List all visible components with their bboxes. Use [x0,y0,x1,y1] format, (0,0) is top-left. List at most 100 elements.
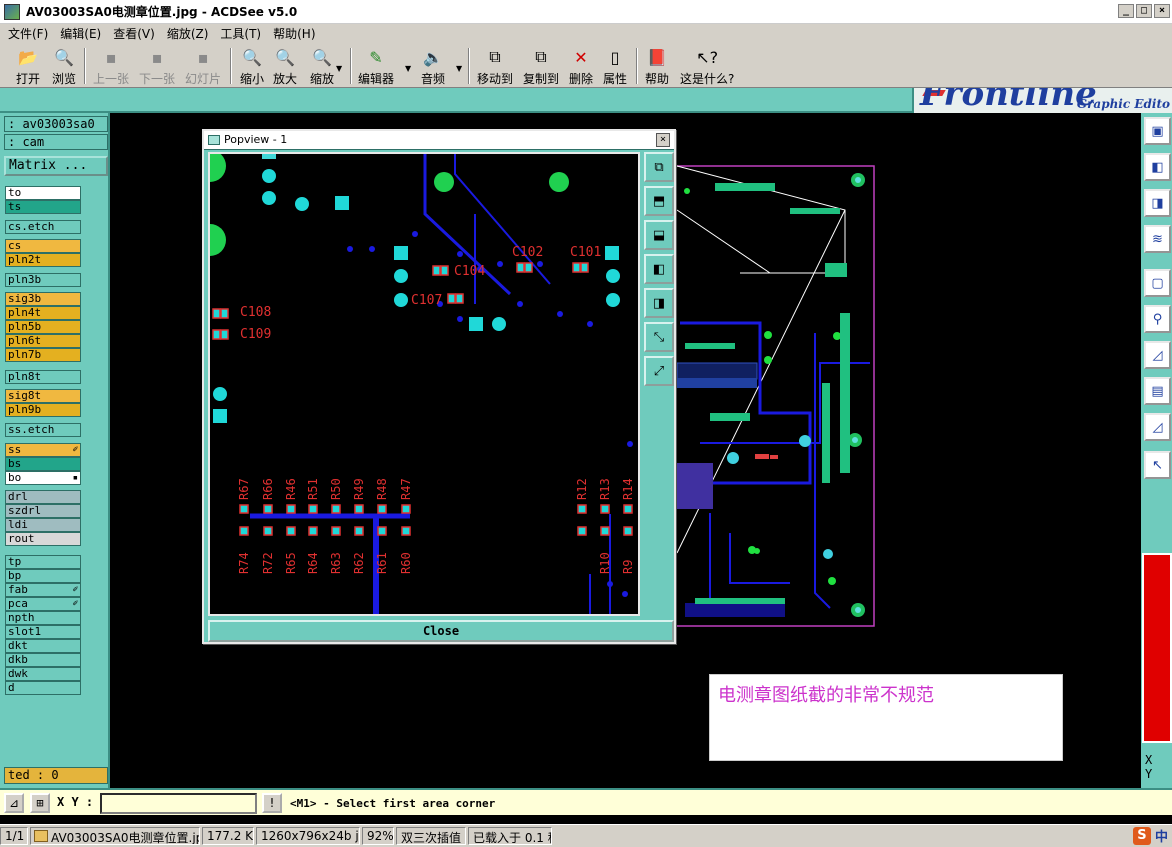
layer-drl[interactable]: drl [5,490,81,504]
layer-pln8t[interactable]: pln8t [5,370,81,384]
audio-button[interactable]: 🔈 音频 [421,46,445,87]
open-button[interactable]: 📂 打开 [16,46,40,87]
layer-bo[interactable]: bo ▪ [5,471,81,485]
maximize-button[interactable]: □ [1136,4,1152,18]
popview-tool-right-icon[interactable]: ◨ [644,288,674,318]
zoom-dropdown-arrow-icon[interactable]: ▼ [336,64,342,73]
popview-tool-up-icon[interactable]: ⬒ [644,186,674,216]
alert-icon[interactable]: ! [262,793,282,813]
matrix-button[interactable]: Matrix ... [4,156,108,176]
layer-slot1[interactable]: slot1 [5,625,81,639]
right-tool-2-icon[interactable]: ◧ [1144,153,1171,181]
layer-pln6t[interactable]: pln6t [5,334,81,348]
right-tool-3-icon[interactable]: ◨ [1144,189,1171,217]
layer-to[interactable]: to [5,186,81,200]
layer-pca[interactable]: pca ✐ [5,597,81,611]
popview-canvas[interactable]: C102 C101 C104 C107 C108 C109 R67 R66 R46 R… [208,152,640,616]
measure-icon[interactable]: ⊿ [4,793,24,813]
menu-view[interactable]: 查看(V) [113,25,155,42]
delete-button[interactable]: ✕ 删除 [569,46,593,87]
frontline-logo-icon: Frontline [920,88,1097,113]
right-tool-9-icon[interactable]: ◿ [1144,413,1171,441]
acdsee-app-icon [4,3,20,20]
zoom-out-button[interactable]: 🔍 缩小 [240,46,264,87]
menu-help[interactable]: 帮助(H) [273,25,315,42]
layer-ss[interactable]: ss ✐ [5,443,81,457]
layer-ss-etch[interactable]: ss.etch [5,423,81,437]
copy-to-icon: ⧉ [535,47,547,66]
browse-button[interactable]: 🔍 浏览 [52,46,76,87]
whats-this-button[interactable]: ↖? 这是什么? [680,46,734,87]
next-image-button[interactable]: ▪ 下一张 [139,46,175,87]
audio-dropdown-arrow-icon[interactable]: ▼ [456,64,462,73]
grid-icon[interactable]: ⊞ [30,793,50,813]
xy-input[interactable] [100,793,257,814]
popview-close-x-button[interactable]: × [656,133,670,147]
right-tool-8-icon[interactable]: ▤ [1144,377,1171,405]
menu-file[interactable]: 文件(F) [8,25,48,42]
layer-ldi[interactable]: ldi [5,518,81,532]
editor-button[interactable]: ✎ 编辑器 [358,46,394,87]
layer-bp[interactable]: bp [5,569,81,583]
layer-d[interactable]: d [5,681,81,695]
resistor-label-top: R49 [352,478,366,500]
resistor-pad [401,526,411,536]
layer-tp[interactable]: tp [5,555,81,569]
menu-tools[interactable]: 工具(T) [220,25,261,42]
resistor-pad [308,526,318,536]
right-tool-5-icon[interactable]: ▢ [1144,269,1171,297]
popview-tool-down-icon[interactable]: ⬓ [644,220,674,250]
right-color-swatch [1142,553,1172,743]
right-tool-10-icon[interactable]: ↖ [1144,451,1171,479]
right-tool-1-icon[interactable]: ▣ [1144,117,1171,145]
layer-pln2t[interactable]: pln2t [5,253,81,267]
resistor-label-top: R51 [306,478,320,500]
layer-cs[interactable]: cs [5,239,81,253]
popview-close-button[interactable]: Close [208,620,674,642]
layer-label: cs [8,239,22,252]
layer-npth[interactable]: npth [5,611,81,625]
close-window-button[interactable]: × [1154,4,1170,18]
window-controls: _ □ × [1118,4,1170,18]
zoom-button[interactable]: 🔍 缩放 [310,46,334,87]
move-to-button[interactable]: ⧉ 移动到 [477,46,513,87]
cap-label-c107: C107 [411,293,442,308]
ime-indicator[interactable]: S 中 [1132,826,1168,845]
layer-bs[interactable]: bs [5,457,81,471]
right-tool-7-icon[interactable]: ◿ [1144,341,1171,369]
copy-to-button[interactable]: ⧉ 复制到 [523,46,559,87]
layer-fab[interactable]: fab ✐ [5,583,81,597]
layer-szdrl[interactable]: szdrl [5,504,81,518]
layer-ts[interactable]: ts [5,200,81,214]
minimize-button[interactable]: _ [1118,4,1134,18]
layer-sig3b[interactable]: sig3b [5,292,81,306]
prev-image-button[interactable]: ▪ 上一张 [93,46,129,87]
layer-dkb[interactable]: dkb [5,653,81,667]
layer-pln9b[interactable]: pln9b [5,403,81,417]
popview-tool-fit-icon[interactable]: ⧉ [644,152,674,182]
layer-pln5b[interactable]: pln5b [5,320,81,334]
layer-rout[interactable]: rout [5,532,81,546]
menu-edit[interactable]: 编辑(E) [60,25,101,42]
layer-pln3b[interactable]: pln3b [5,273,81,287]
zoom-in-button[interactable]: 🔍 放大 [273,46,297,87]
layer-pln7b[interactable]: pln7b [5,348,81,362]
layer-dwk[interactable]: dwk [5,667,81,681]
editor-dropdown-arrow-icon[interactable]: ▼ [405,64,411,73]
popview-tool-zoom-out-icon[interactable]: ⤢ [644,356,674,386]
layer-pln4t[interactable]: pln4t [5,306,81,320]
layer-sig8t[interactable]: sig8t [5,389,81,403]
menu-zoom[interactable]: 缩放(Z) [167,25,209,42]
slideshow-button[interactable]: ▪ 幻灯片 [185,46,221,87]
resistor-pad [286,504,296,514]
properties-button[interactable]: ▯ 属性 [603,46,627,87]
right-tool-6-icon[interactable]: ⚲ [1144,305,1171,333]
layer-dkt[interactable]: dkt [5,639,81,653]
popview-titlebar[interactable]: Popview - 1 × [204,131,674,150]
popview-tool-zoom-in-icon[interactable]: ⤡ [644,322,674,352]
cap-label-c109: C109 [240,327,271,342]
popview-tool-left-icon[interactable]: ◧ [644,254,674,284]
right-tool-4-icon[interactable]: ≋ [1144,225,1171,253]
help-button[interactable]: 📕 帮助 [645,46,669,87]
layer-cs-etch[interactable]: cs.etch [5,220,81,234]
